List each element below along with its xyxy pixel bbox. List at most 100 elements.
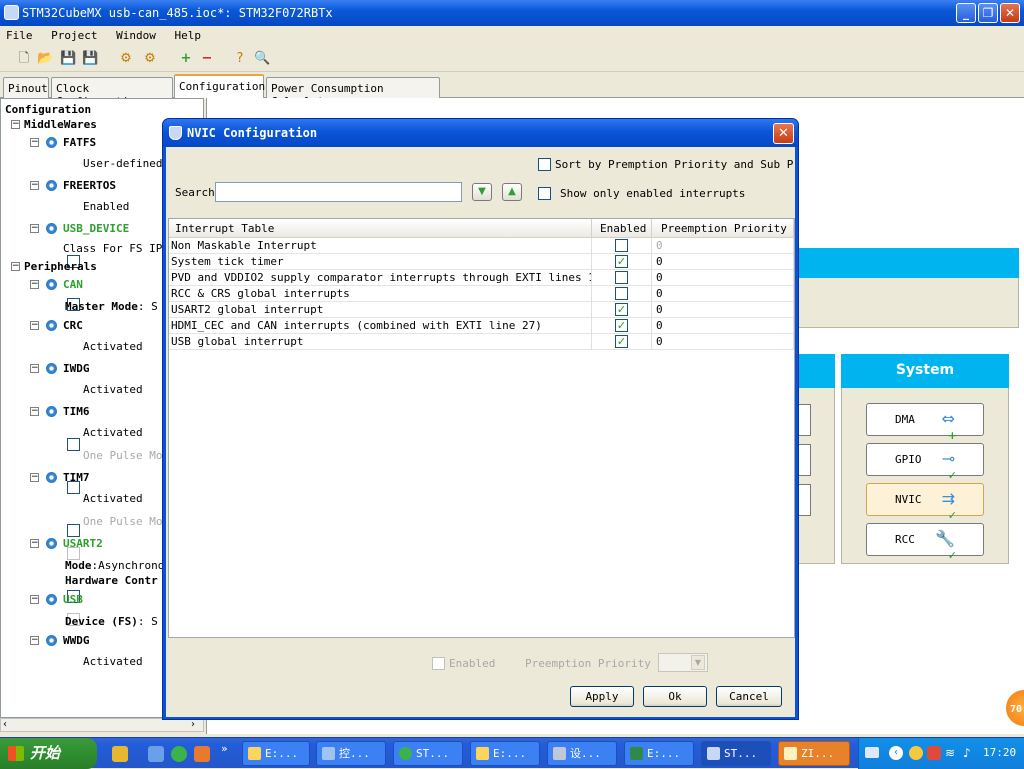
collapse-icon[interactable]: −: [30, 138, 39, 147]
tree-item-freertos[interactable]: FREERTOS: [63, 179, 116, 192]
collapse-icon[interactable]: −: [11, 120, 20, 129]
collapse-icon[interactable]: −: [11, 262, 20, 271]
save-as-icon[interactable]: 💾: [82, 51, 98, 67]
tree-item-usart2[interactable]: USART2: [63, 537, 103, 550]
column-interrupt-table[interactable]: Interrupt Table: [169, 219, 592, 238]
priority-cell[interactable]: 0: [652, 302, 794, 318]
quicklaunch-icon[interactable]: [112, 746, 128, 762]
sort-priority-checkbox[interactable]: [538, 158, 551, 171]
minimize-button[interactable]: _: [956, 3, 976, 23]
help-icon[interactable]: ?: [232, 51, 248, 67]
security-icon[interactable]: [927, 746, 941, 760]
enabled-checkbox-checked[interactable]: ✓: [615, 319, 628, 332]
tab-power-consumption[interactable]: Power Consumption Calculator: [266, 77, 440, 108]
enabled-checkbox[interactable]: [615, 239, 628, 252]
collapse-icon[interactable]: −: [30, 539, 39, 548]
new-project-icon[interactable]: 🗋: [16, 51, 32, 67]
zoom-in-icon[interactable]: +: [178, 51, 194, 67]
open-folder-icon[interactable]: 📂: [37, 51, 53, 67]
collapse-icon[interactable]: −: [30, 280, 39, 289]
taskbar-item[interactable]: 控...: [316, 741, 386, 766]
table-row[interactable]: HDMI_CEC and CAN interrupts (combined wi…: [169, 318, 794, 334]
quicklaunch-icon[interactable]: [194, 746, 210, 762]
collapse-icon[interactable]: −: [30, 595, 39, 604]
priority-cell[interactable]: 0: [652, 238, 794, 254]
save-icon[interactable]: 💾: [60, 51, 76, 67]
about-icon[interactable]: 🔍: [254, 51, 270, 67]
enabled-checkbox-checked[interactable]: ✓: [615, 303, 628, 316]
tab-clock-configuration[interactable]: Clock Configuration: [51, 77, 173, 108]
quicklaunch-icon[interactable]: [171, 746, 187, 762]
tree-item-usb[interactable]: USB: [63, 593, 83, 606]
table-row[interactable]: Non Maskable Interrupt 0: [169, 238, 794, 254]
table-row[interactable]: RCC & CRS global interrupts 0: [169, 286, 794, 302]
volume-icon[interactable]: ♪: [963, 746, 977, 760]
generate-code-icon[interactable]: ⚙: [142, 51, 158, 67]
taskbar-item-active[interactable]: ST...: [701, 741, 771, 766]
dialog-title-bar[interactable]: NVIC Configuration ✕: [163, 119, 798, 147]
search-input[interactable]: [215, 182, 462, 202]
tree-item-fatfs[interactable]: FATFS: [63, 136, 96, 149]
tree-item-tim7[interactable]: TIM7: [63, 471, 90, 484]
menu-project[interactable]: Project: [45, 26, 103, 42]
tree-item-crc[interactable]: CRC: [63, 319, 83, 332]
tab-pinout[interactable]: Pinout: [3, 77, 49, 98]
tree-item-can[interactable]: CAN: [63, 278, 83, 291]
clock[interactable]: 17:20: [983, 746, 1016, 759]
scroll-left-icon[interactable]: ‹: [3, 719, 7, 730]
quicklaunch-overflow-icon[interactable]: »: [221, 742, 228, 755]
priority-cell[interactable]: 0: [652, 286, 794, 302]
tree-horizontal-scrollbar[interactable]: ‹ ›: [0, 718, 204, 732]
tree-item-wwdg[interactable]: WWDG: [63, 634, 90, 647]
enabled-checkbox[interactable]: [615, 271, 628, 284]
checkbox[interactable]: [67, 524, 80, 537]
close-window-button[interactable]: ✕: [1000, 3, 1020, 23]
show-enabled-checkbox[interactable]: [538, 187, 551, 200]
system-button-rcc[interactable]: RCC 🔧 ✓: [866, 523, 984, 562]
keyboard-icon[interactable]: [865, 747, 879, 758]
ok-button[interactable]: Ok: [643, 686, 707, 707]
qq-icon[interactable]: [909, 746, 923, 760]
enabled-checkbox-checked[interactable]: ✓: [615, 335, 628, 348]
table-row[interactable]: PVD and VDDIO2 supply comparator interru…: [169, 270, 794, 286]
column-preemption-priority[interactable]: Preemption Priority: [652, 219, 794, 238]
zoom-out-icon[interactable]: −: [199, 51, 215, 67]
taskbar-item[interactable]: E:...: [470, 741, 540, 766]
tab-configuration[interactable]: Configuration: [174, 74, 265, 99]
collapse-icon[interactable]: −: [30, 473, 39, 482]
start-button[interactable]: 开始: [0, 738, 97, 769]
tray-expand-icon[interactable]: ‹: [889, 746, 903, 760]
table-row[interactable]: USART2 global interrupt ✓ 0: [169, 302, 794, 318]
menu-file[interactable]: File: [0, 26, 39, 42]
taskbar-item[interactable]: ST...: [393, 741, 463, 766]
search-down-button[interactable]: ▼: [472, 183, 492, 201]
collapse-icon[interactable]: −: [30, 364, 39, 373]
generate-report-icon[interactable]: ⚙: [118, 51, 134, 67]
search-up-button[interactable]: ▲: [502, 183, 522, 201]
menu-help[interactable]: Help: [168, 26, 207, 42]
dialog-close-button[interactable]: ✕: [773, 123, 794, 144]
collapse-icon[interactable]: −: [30, 407, 39, 416]
apply-button[interactable]: Apply: [570, 686, 634, 707]
tree-middlewares[interactable]: MiddleWares: [24, 118, 97, 131]
checkbox[interactable]: [67, 438, 80, 451]
system-button-gpio[interactable]: GPIO ⊸ ✓: [866, 443, 984, 482]
tree-peripherals[interactable]: Peripherals: [24, 260, 97, 273]
menu-window[interactable]: Window: [110, 26, 162, 42]
network-icon[interactable]: ≋: [945, 746, 959, 760]
enabled-checkbox-checked[interactable]: ✓: [615, 255, 628, 268]
system-button-dma[interactable]: DMA ⇔ +: [866, 403, 984, 442]
taskbar-item[interactable]: E:...: [624, 741, 694, 766]
taskbar-item[interactable]: 设...: [547, 741, 617, 766]
taskbar-item[interactable]: E:...: [242, 741, 310, 766]
collapse-icon[interactable]: −: [30, 224, 39, 233]
collapse-icon[interactable]: −: [30, 181, 39, 190]
table-row[interactable]: USB global interrupt ✓ 0: [169, 334, 794, 350]
tree-item-usb-device[interactable]: USB_DEVICE: [63, 222, 129, 235]
taskbar-item[interactable]: ZI...: [778, 741, 850, 766]
scroll-right-icon[interactable]: ›: [191, 719, 195, 730]
window-title-bar[interactable]: STM32CubeMX usb-can_485.ioc*: STM32F072R…: [0, 0, 1024, 26]
tree-item-tim6[interactable]: TIM6: [63, 405, 90, 418]
priority-cell[interactable]: 0: [652, 334, 794, 350]
column-enabled[interactable]: Enabled: [592, 219, 652, 238]
